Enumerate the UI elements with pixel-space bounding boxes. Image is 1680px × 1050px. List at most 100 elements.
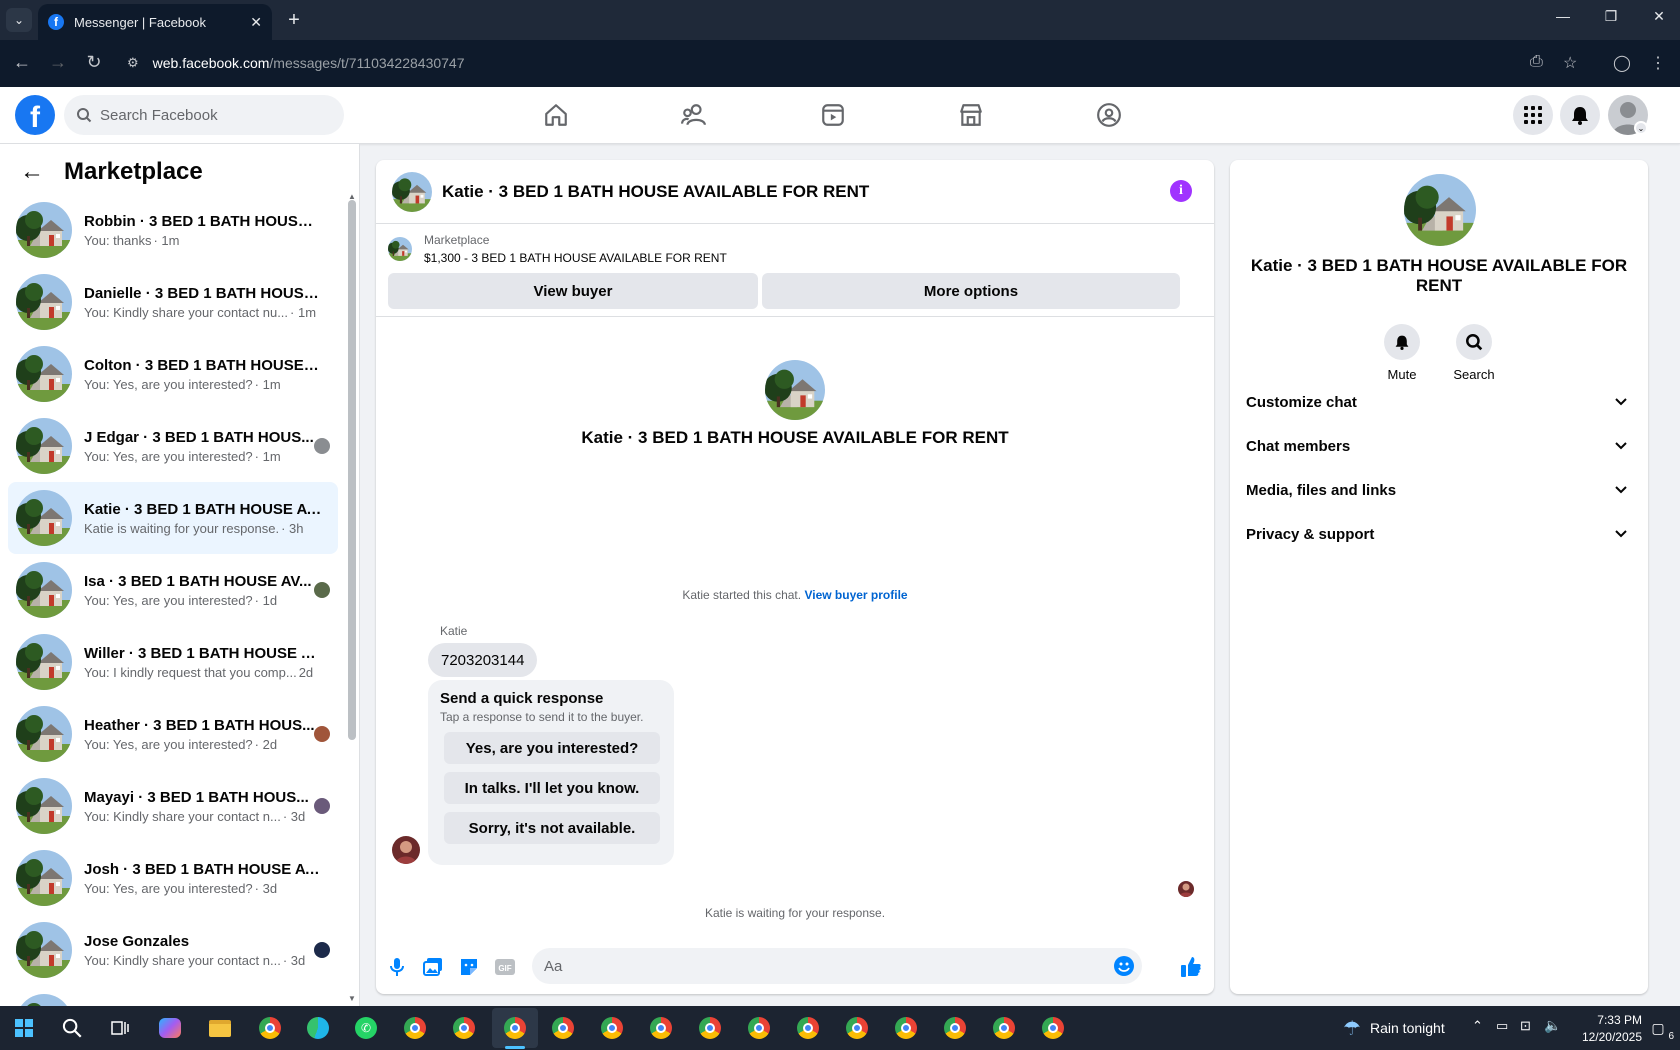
chrome-icon[interactable] (745, 1014, 773, 1042)
edge-icon[interactable] (304, 1014, 332, 1042)
chrome-icon[interactable] (1039, 1014, 1067, 1042)
conversation-item[interactable]: Isa · 3 BED 1 BATH HOUSE AV... You: Yes, … (8, 554, 338, 626)
chat-members-section[interactable]: Chat members (1238, 424, 1640, 468)
taskbar-search-icon[interactable] (58, 1014, 86, 1042)
emoji-icon[interactable] (1114, 956, 1134, 976)
nav-groups[interactable] (1053, 87, 1165, 143)
notification-center-icon[interactable]: ▢ 6 (1644, 1014, 1674, 1043)
search-in-chat-button[interactable]: Search (1444, 324, 1504, 382)
scroll-down-icon[interactable]: ▼ (348, 994, 356, 1003)
listing-title[interactable]: $1,300 - 3 BED 1 BATH HOUSE AVAILABLE FO… (424, 251, 727, 265)
file-explorer-icon[interactable] (206, 1014, 234, 1042)
sidebar-scrollbar[interactable] (348, 200, 356, 740)
view-buyer-profile-link[interactable]: View buyer profile (804, 588, 907, 602)
buyer-avatar[interactable] (392, 836, 420, 864)
clock-time[interactable]: 7:33 PM (1566, 1013, 1642, 1027)
chrome-icon[interactable] (598, 1014, 626, 1042)
conversation-item[interactable]: Heather · 3 BED 1 BATH HOUS... You: Yes, … (8, 698, 338, 770)
facebook-logo-icon[interactable]: f (15, 95, 55, 135)
conversation-item[interactable]: Jose Gonzales You: Kindly share your cont… (8, 914, 338, 986)
chrome-icon[interactable] (501, 1014, 529, 1042)
browser-menu-icon[interactable]: ⋮ (1650, 53, 1666, 73)
conversation-item[interactable]: Josh · 3 BED 1 BATH HOUSE AVA... You: Yes… (8, 842, 338, 914)
conversation-item[interactable]: Robbin · 3 BED 1 BATH HOUSE A... You: tha… (8, 194, 338, 266)
forward-button[interactable]: → (46, 52, 70, 73)
quick-response-option[interactable]: Sorry, it's not available. (444, 812, 660, 844)
message-input[interactable] (544, 957, 1084, 975)
search-input[interactable] (100, 106, 320, 124)
chrome-icon[interactable] (794, 1014, 822, 1042)
profile-icon[interactable]: ◯ (1613, 53, 1631, 73)
browser-tab-messenger[interactable]: f Messenger | Facebook ✕ (38, 4, 272, 40)
restore-button[interactable]: ❐ (1591, 8, 1631, 25)
nav-home[interactable] (500, 87, 612, 143)
conversation-item[interactable]: Katie · 3 BED 1 BATH HOUSE AV... Katie is… (8, 482, 338, 554)
system-tray-icon[interactable]: ▭ (1496, 1018, 1508, 1034)
bookmark-star-icon[interactable]: ☆ (1563, 53, 1577, 73)
clock-date[interactable]: 12/20/2025 (1566, 1030, 1642, 1044)
reload-button[interactable]: ↻ (82, 52, 106, 73)
facebook-search[interactable] (64, 95, 344, 135)
quick-response-option[interactable]: In talks. I'll let you know. (444, 772, 660, 804)
chrome-icon[interactable] (450, 1014, 478, 1042)
privacy-support-section[interactable]: Privacy & support (1238, 512, 1640, 556)
minimize-button[interactable]: — (1543, 8, 1583, 24)
task-view-icon[interactable] (106, 1014, 134, 1042)
sticker-icon[interactable] (458, 956, 480, 978)
weather-text[interactable]: Rain tonight (1370, 1020, 1445, 1036)
volume-icon[interactable]: 🔈 (1544, 1017, 1561, 1034)
message-bubble[interactable]: 7203203144 (428, 643, 538, 677)
listing-small-thumbnail[interactable] (388, 237, 412, 261)
chrome-icon[interactable] (401, 1014, 429, 1042)
view-buyer-button[interactable]: View buyer (388, 273, 758, 309)
customize-chat-section[interactable]: Customize chat (1238, 380, 1640, 424)
chrome-icon[interactable] (647, 1014, 675, 1042)
weather-umbrella-icon[interactable]: ☂ (1338, 1014, 1366, 1042)
network-icon[interactable]: ⊡ (1520, 1018, 1531, 1034)
conversation-item[interactable]: J Edgar · 3 BED 1 BATH HOUS... You: Yes, … (8, 410, 338, 482)
chrome-icon[interactable] (990, 1014, 1018, 1042)
info-icon[interactable]: i (1170, 180, 1192, 202)
nav-marketplace[interactable] (915, 87, 1027, 143)
tab-search-button[interactable]: ⌄ (6, 8, 32, 32)
whatsapp-icon[interactable]: ✆ (352, 1014, 380, 1042)
copilot-icon[interactable] (156, 1014, 184, 1042)
tab-close-icon[interactable]: ✕ (250, 14, 262, 31)
chrome-icon[interactable] (256, 1014, 284, 1042)
menu-grid-button[interactable] (1513, 95, 1553, 135)
conversation-item[interactable]: Danielle · 3 BED 1 BATH HOUSE ... You: Ki… (8, 266, 338, 338)
quick-response-option[interactable]: Yes, are you interested? (444, 732, 660, 764)
site-info-icon[interactable]: ⚙ (127, 55, 139, 71)
chat-title[interactable]: Katie · 3 BED 1 BATH HOUSE AVAILABLE FOR… (442, 182, 869, 202)
back-arrow-icon[interactable]: ← (20, 158, 44, 186)
gif-icon[interactable]: GIF (494, 956, 516, 978)
nav-friends[interactable] (638, 87, 750, 143)
chevron-down-icon[interactable]: ⌄ (1634, 121, 1648, 135)
windows-start-icon[interactable] (10, 1014, 38, 1042)
back-button[interactable]: ← (10, 52, 34, 73)
microphone-icon[interactable] (386, 956, 408, 978)
chrome-icon[interactable] (892, 1014, 920, 1042)
media-files-links-section[interactable]: Media, files and links (1238, 468, 1640, 512)
chrome-icon[interactable] (696, 1014, 724, 1042)
chrome-icon[interactable] (843, 1014, 871, 1042)
address-bar[interactable]: ⚙ web.facebook.com/messages/t/7110342284… (115, 46, 1575, 80)
conversation-item[interactable]: Willer · 3 BED 1 BATH HOUSE AV... You: I … (8, 626, 338, 698)
install-app-icon[interactable]: ⎙ (1530, 53, 1543, 71)
chrome-icon[interactable] (549, 1014, 577, 1042)
notifications-button[interactable] (1560, 95, 1600, 135)
close-window-button[interactable]: ✕ (1639, 8, 1679, 25)
new-tab-button[interactable]: + (282, 8, 306, 32)
listing-thumbnail[interactable] (392, 171, 432, 212)
nav-video[interactable] (777, 87, 889, 143)
message-input-field[interactable] (532, 948, 1142, 984)
conversation-item[interactable]: Colton · 3 BED 1 BATH HOUSE A... You: Yes… (8, 338, 338, 410)
mute-button[interactable]: Mute (1372, 324, 1432, 382)
more-options-button[interactable]: More options (762, 273, 1180, 309)
show-hidden-icons-icon[interactable]: ⌃ (1472, 1018, 1483, 1034)
conversation-item[interactable]: Mayayi · 3 BED 1 BATH HOUS... You: Kindly… (8, 770, 338, 842)
photo-icon[interactable] (422, 956, 444, 978)
conversation-item[interactable]: Alvarez · 3 BED 1 BATH HOUSE A... (8, 986, 338, 1006)
like-thumbs-up-icon[interactable] (1180, 956, 1202, 978)
chrome-icon[interactable] (941, 1014, 969, 1042)
